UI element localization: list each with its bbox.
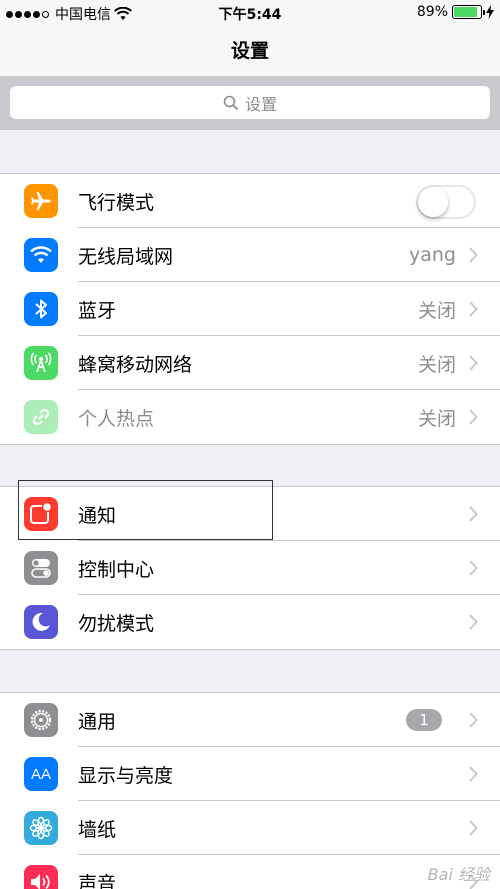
chevron-right-icon	[469, 301, 478, 317]
do-not-disturb-icon	[24, 605, 58, 639]
settings-row-control-center[interactable]: 控制中心	[0, 541, 500, 595]
search-icon	[223, 95, 239, 110]
row-label: 无线局域网	[78, 245, 174, 268]
settings-group-connectivity: 飞行模式 无线局域网 yang 蓝牙 关闭 蜂窝移动网络 关闭 个人热点 关闭	[0, 173, 500, 445]
settings-row-airplane-mode[interactable]: 飞行模式	[0, 174, 500, 228]
search-placeholder: 设置	[244, 94, 277, 114]
battery-percent: 89%	[416, 4, 448, 20]
chevron-right-icon	[469, 560, 478, 576]
chevron-right-icon	[469, 247, 478, 263]
row-value: yang	[409, 244, 456, 266]
bluetooth-icon	[24, 292, 58, 326]
display-icon-text: AA	[30, 765, 51, 783]
page-title: 设置	[230, 40, 269, 62]
row-value: 关闭	[417, 407, 456, 430]
wallpaper-icon	[24, 811, 58, 845]
cellular-icon	[24, 346, 58, 380]
chevron-right-icon	[469, 614, 478, 630]
settings-row-general[interactable]: 通用 1	[0, 693, 500, 747]
status-bar: 中国电信 下午5:44 89%	[0, 0, 500, 26]
sound-icon	[24, 865, 58, 889]
navigation-bar: 设置	[0, 26, 500, 76]
row-label: 控制中心	[78, 558, 155, 581]
row-label: 通用	[78, 710, 117, 733]
battery-level-fill	[454, 7, 478, 17]
chevron-right-icon	[469, 506, 478, 522]
chevron-right-icon	[469, 355, 478, 371]
settings-row-wallpaper[interactable]: 墙纸	[0, 801, 500, 855]
search-area: 设置	[0, 76, 500, 130]
settings-row-cellular[interactable]: 蜂窝移动网络 关闭	[0, 336, 500, 390]
toggle-knob	[418, 187, 448, 217]
row-label: 个人热点	[78, 407, 155, 430]
row-label: 蜂窝移动网络	[78, 353, 193, 376]
row-label: 勿扰模式	[78, 612, 155, 635]
display-brightness-icon: AA	[24, 757, 58, 791]
airplane-icon	[24, 184, 58, 218]
chevron-right-icon	[469, 712, 478, 728]
row-value: 关闭	[417, 299, 456, 322]
airplane-mode-toggle[interactable]	[416, 185, 476, 219]
settings-row-bluetooth[interactable]: 蓝牙 关闭	[0, 282, 500, 336]
battery-icon	[452, 5, 485, 19]
hotspot-icon	[24, 400, 58, 434]
settings-row-do-not-disturb[interactable]: 勿扰模式	[0, 595, 500, 649]
chevron-right-icon	[469, 409, 478, 425]
highlight-annotation-box	[18, 480, 273, 540]
watermark-logo: Bai 经验	[427, 865, 490, 884]
row-label: 墙纸	[78, 818, 117, 841]
settings-group-general: 通用 1 AA 显示与亮度 墙纸 声音	[0, 692, 500, 889]
row-value: 关闭	[417, 353, 456, 376]
update-badge: 1	[406, 709, 442, 731]
status-right: 89%	[417, 4, 494, 20]
control-center-icon	[24, 551, 58, 585]
search-input[interactable]: 设置	[10, 86, 490, 119]
row-label: 显示与亮度	[78, 764, 174, 787]
settings-row-wifi[interactable]: 无线局域网 yang	[0, 228, 500, 282]
battery-cap	[483, 10, 485, 15]
row-label: 声音	[78, 872, 117, 889]
wifi-icon	[24, 238, 58, 272]
charging-bolt-icon	[486, 5, 494, 19]
row-label: 蓝牙	[78, 299, 117, 322]
chevron-right-icon	[469, 766, 478, 782]
settings-row-sounds[interactable]: 声音	[0, 855, 500, 889]
gear-icon	[24, 703, 58, 737]
row-label: 飞行模式	[78, 191, 155, 214]
settings-row-personal-hotspot[interactable]: 个人热点 关闭	[0, 390, 500, 444]
chevron-right-icon	[469, 820, 478, 836]
settings-row-display-brightness[interactable]: AA 显示与亮度	[0, 747, 500, 801]
